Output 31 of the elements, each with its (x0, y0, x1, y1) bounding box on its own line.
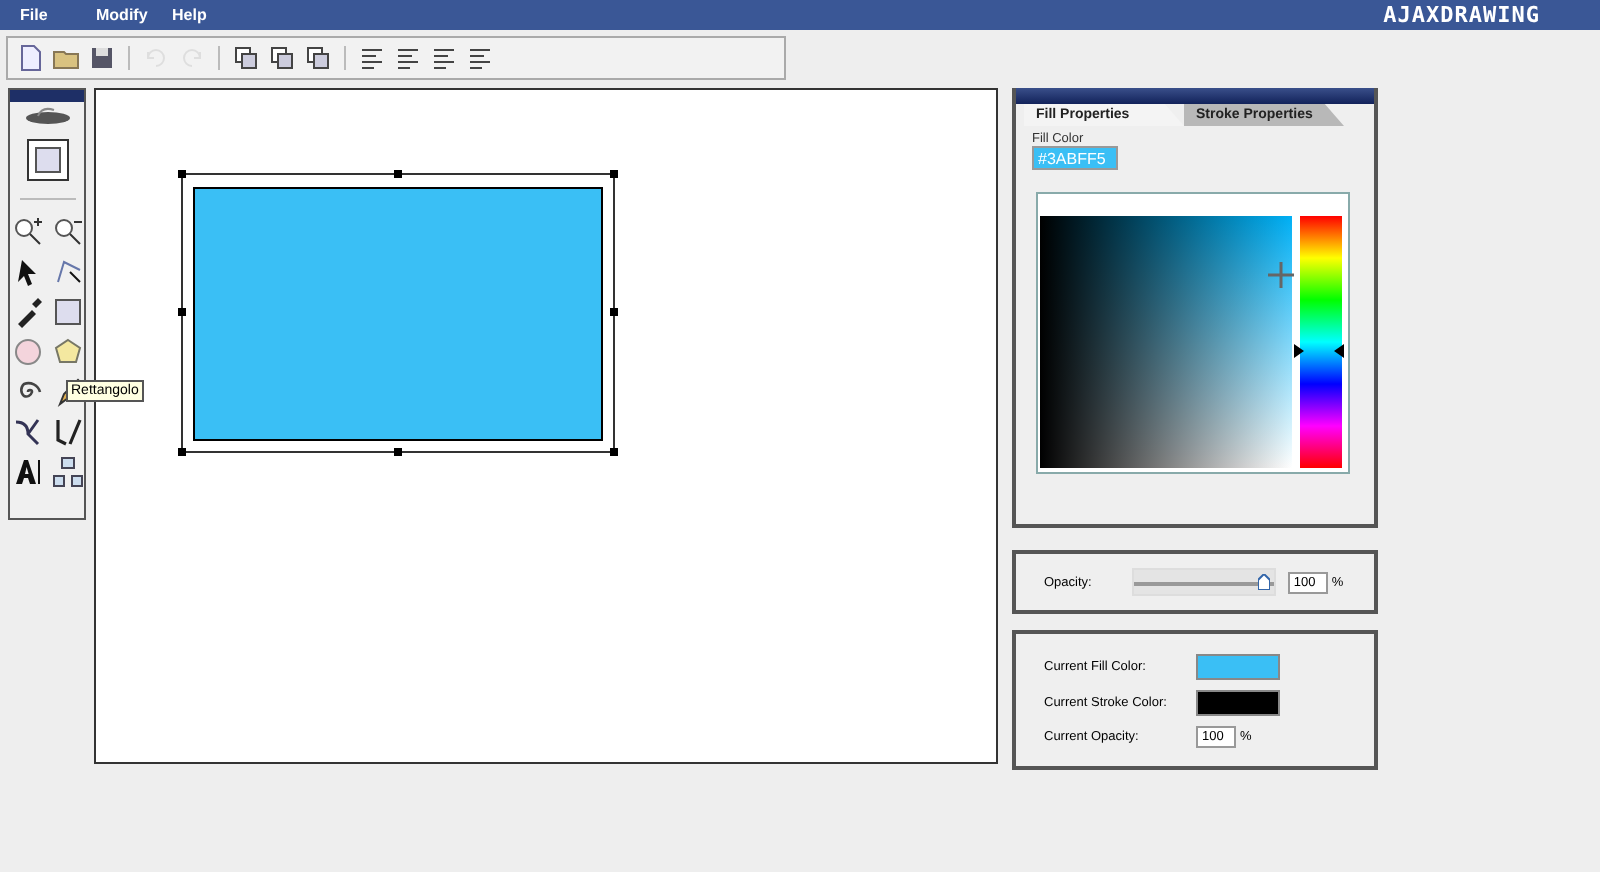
shape-preview-icon (25, 138, 69, 182)
zoom-out-tool-icon[interactable] (51, 216, 83, 248)
menu-item[interactable]: Modify (96, 6, 172, 24)
slider-thumb-icon[interactable] (1257, 574, 1270, 590)
group-tool-icon[interactable] (51, 456, 83, 488)
layer-icon[interactable] (304, 44, 332, 72)
node-tool-icon[interactable] (51, 256, 83, 288)
text-tool-icon[interactable] (11, 456, 43, 488)
layer-icon[interactable] (268, 44, 296, 72)
menu-item[interactable]: Help (172, 6, 248, 24)
zoom-in-tool-icon[interactable] (11, 216, 43, 248)
stroke-swatch (1196, 689, 1280, 715)
crosshair-icon (1268, 262, 1294, 288)
save-icon[interactable] (88, 44, 116, 72)
align-icon[interactable] (430, 44, 458, 72)
app-logo: AJAXDRAWING (1383, 2, 1540, 28)
fill-swatch (1196, 653, 1280, 679)
opacity-slider[interactable] (1131, 568, 1276, 596)
rect-tool-icon[interactable] (51, 296, 83, 328)
hue-bar[interactable] (1300, 216, 1342, 468)
hue-marker-icon[interactable] (1294, 344, 1344, 358)
align-icon[interactable] (358, 44, 386, 72)
layer-icon[interactable] (232, 44, 260, 72)
align-icon[interactable] (394, 44, 422, 72)
polygon-tool-icon[interactable] (51, 336, 83, 368)
saturation-square[interactable] (1040, 216, 1292, 468)
menu-item[interactable]: File (20, 6, 96, 24)
selected-rectangle[interactable] (178, 170, 618, 456)
app-emblem-icon (23, 102, 71, 126)
new-icon[interactable] (16, 44, 44, 72)
align-icon[interactable] (466, 44, 494, 72)
